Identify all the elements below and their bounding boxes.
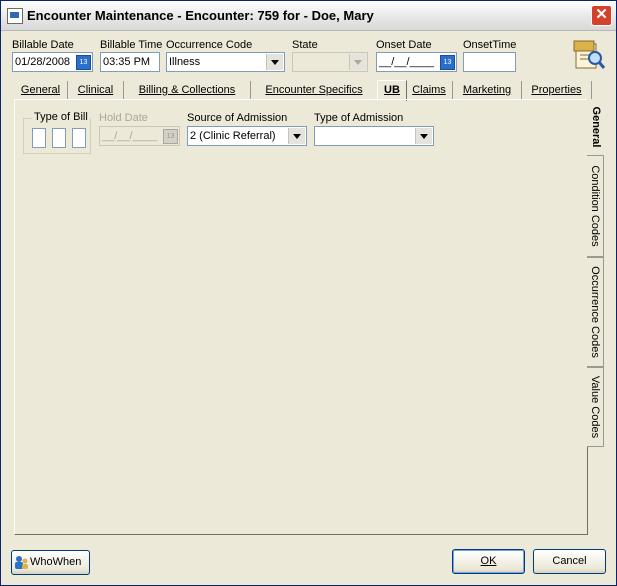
cancel-label: Cancel [552,555,587,567]
calendar-icon[interactable]: 13 [76,55,91,70]
source-of-admission-select[interactable]: 2 (Clinic Referral) [187,126,307,146]
billable-date-value: 01/28/2008 [15,56,71,68]
chevron-down-icon [349,54,366,70]
side-tab-general[interactable]: General [587,99,604,155]
type-of-admission-select[interactable] [314,126,434,146]
onset-date-label: Onset Date [376,39,432,51]
encounter-maintenance-window: Encounter Maintenance - Encounter: 759 f… [0,0,617,586]
ub-panel [14,99,588,535]
side-tab-value-codes-label: Value Codes [589,375,601,439]
ok-label: OK [480,555,497,567]
type-of-bill-digit-3[interactable] [72,128,86,148]
main-tab-strip: General Clinical Billing & Collections E… [14,80,603,101]
calendar-icon: 13 [163,129,178,144]
whowhen-button[interactable]: WhoWhen [11,550,90,575]
tab-marketing[interactable]: Marketing [453,81,522,99]
occurrence-code-value: Illness [169,56,201,68]
window-title: Encounter Maintenance - Encounter: 759 f… [27,8,374,23]
side-tab-condition-codes-label: Condition Codes [589,165,601,247]
type-of-bill-label: Type of Bill [32,111,90,123]
tab-billing-collections[interactable]: Billing & Collections [124,81,251,99]
side-tab-condition-codes[interactable]: Condition Codes [587,155,604,257]
occurrence-code-select[interactable]: Illness [166,52,285,72]
state-select [292,52,368,72]
side-tab-general-label: General [589,106,602,148]
chevron-down-icon[interactable] [266,54,283,70]
tab-ub[interactable]: UB [377,80,407,101]
onset-time-field[interactable] [463,52,516,72]
calendar-icon[interactable]: 13 [440,55,455,70]
document-search-icon[interactable] [572,38,606,70]
cancel-button[interactable]: Cancel [533,549,606,574]
chevron-down-icon[interactable] [288,128,305,144]
side-tab-occurrence-codes[interactable]: Occurrence Codes [587,257,604,367]
type-of-bill-group: Type of Bill [23,111,91,154]
onset-time-label: OnsetTime [463,39,517,51]
billable-time-value: 03:35 PM [103,56,151,68]
tab-general[interactable]: General [14,81,68,99]
chevron-down-icon[interactable] [415,128,432,144]
hold-date-label: Hold Date [99,112,148,124]
side-tab-occurrence-codes-label: Occurrence Codes [589,266,601,358]
whowhen-label: WhoWhen [30,556,82,568]
side-tab-value-codes[interactable]: Value Codes [587,367,604,447]
title-bar: Encounter Maintenance - Encounter: 759 f… [1,1,616,31]
billable-time-label: Billable Time [100,39,163,51]
billable-time-field[interactable]: 03:35 PM [100,52,160,72]
onset-date-value: __/__/____ [379,56,435,68]
source-of-admission-label: Source of Admission [187,112,288,124]
type-of-bill-digit-1[interactable] [32,128,46,148]
ok-button[interactable]: OK [452,549,525,574]
tab-properties[interactable]: Properties [522,81,592,99]
tab-claims[interactable]: Claims [406,81,453,99]
side-tab-strip: General Condition Codes Occurrence Codes… [587,99,604,535]
occurrence-code-label: Occurrence Code [166,39,253,51]
users-info-icon [15,556,28,569]
hold-date-value: __/__/____ [102,130,158,142]
type-of-bill-digit-2[interactable] [52,128,66,148]
app-window-icon [7,8,23,24]
source-of-admission-value: 2 (Clinic Referral) [190,130,276,142]
close-icon[interactable]: ✕ [591,5,612,26]
hold-date-field: __/__/____ 13 [99,126,180,146]
billable-date-label: Billable Date [12,39,74,51]
tab-encounter-specifics[interactable]: Encounter Specifics [251,81,378,99]
type-of-admission-label: Type of Admission [314,112,404,124]
state-label: State [292,39,318,51]
billable-date-field[interactable]: 01/28/2008 13 [12,52,93,72]
onset-date-field[interactable]: __/__/____ 13 [376,52,457,72]
tab-clinical[interactable]: Clinical [68,81,124,99]
